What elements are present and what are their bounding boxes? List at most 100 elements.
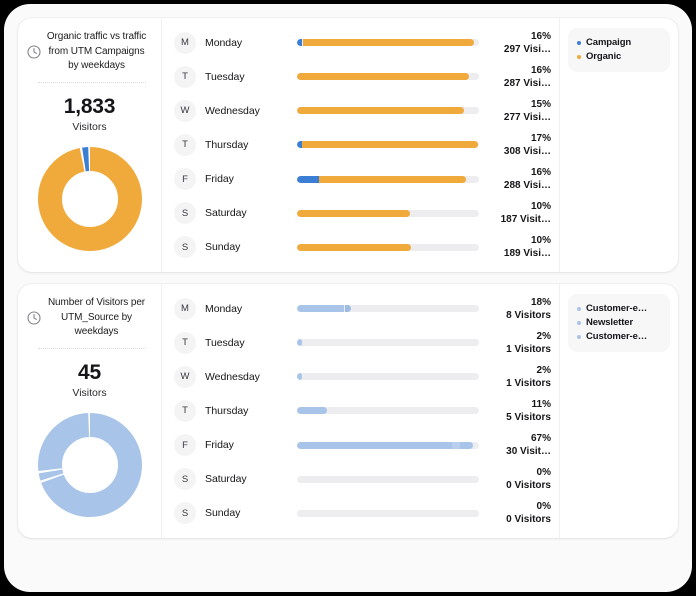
row-visitors: 30 Visit… — [506, 446, 551, 458]
row-visitors: 0 Visitors — [506, 514, 551, 526]
day-name: Friday — [205, 173, 234, 186]
legend-box: Campaign Organic — [568, 28, 670, 72]
day-name: Wednesday — [205, 104, 260, 117]
day-initial-badge: W — [174, 365, 196, 388]
total-label: Visitors — [72, 386, 107, 399]
progress-track[interactable] — [297, 305, 479, 312]
progress-track[interactable] — [297, 243, 479, 251]
weekday-row: S Sunday 10% 189 Visi… — [174, 231, 551, 264]
weekday-rows: M Monday 16% 297 Visi… T Tuesday 16% 287 Visi… W… — [162, 18, 560, 272]
bar-segment — [297, 243, 411, 251]
progress-track[interactable] — [297, 209, 479, 217]
card-title: Number of Visitors per UTM_Source by wee… — [47, 297, 146, 337]
row-visitors: 288 Visi… — [503, 180, 551, 192]
clock-icon — [26, 44, 42, 60]
day-initial-badge: S — [174, 502, 196, 525]
dashboard-stage: Organic traffic vs traffic from UTM Camp… — [4, 4, 692, 592]
weekday-row: W Wednesday 2% 1 Visitors — [174, 360, 551, 393]
row-percent: 10% — [530, 235, 551, 247]
legend-item[interactable]: Customer-e… — [577, 330, 661, 343]
legend-color-dot — [577, 40, 581, 45]
legend-item[interactable]: Newsletter — [577, 316, 661, 329]
progress-track[interactable] — [297, 373, 479, 381]
bar-cell — [297, 243, 489, 251]
row-percent: 15% — [530, 98, 551, 110]
bar-segment — [297, 73, 469, 81]
bar-segment — [297, 209, 410, 217]
divider — [37, 81, 146, 84]
row-values: 16% 288 Visi… — [489, 166, 551, 192]
row-percent: 0% — [536, 467, 551, 479]
day-initial-badge: T — [174, 331, 196, 354]
day-name: Thursday — [205, 404, 249, 417]
progress-track[interactable] — [297, 339, 479, 347]
bar-cell — [297, 407, 489, 415]
legend-item[interactable]: Customer-e… — [577, 302, 661, 315]
progress-track[interactable] — [297, 441, 479, 449]
progress-track[interactable] — [297, 141, 479, 149]
row-visitors: 297 Visi… — [503, 43, 551, 55]
bar-segment — [319, 175, 466, 183]
row-visitors: 5 Visitors — [506, 411, 551, 423]
day-initial-badge: S — [174, 202, 196, 225]
row-values: 0% 0 Visitors — [489, 500, 551, 526]
day-name: Sunday — [205, 241, 241, 254]
weekday-row: F Friday 16% 288 Visi… — [174, 163, 551, 196]
row-visitors: 189 Visi… — [503, 248, 551, 260]
progress-track[interactable] — [297, 475, 479, 483]
weekday-row: S Saturday 10% 187 Visit… — [174, 197, 551, 230]
progress-track[interactable] — [297, 107, 479, 115]
screen: Organic traffic vs traffic from UTM Camp… — [0, 0, 696, 596]
weekday-row: T Thursday 17% 308 Visi… — [174, 128, 551, 161]
card-summary-panel: Number of Visitors per UTM_Source by wee… — [18, 284, 162, 538]
legend-label: Campaign — [586, 37, 632, 48]
summary-header: Number of Visitors per UTM_Source by wee… — [26, 296, 153, 340]
row-percent: 16% — [530, 167, 551, 179]
row-percent: 2% — [536, 330, 551, 342]
bar-cell — [297, 175, 489, 183]
day-initial-badge: W — [174, 99, 196, 122]
weekday-row: T Tuesday 16% 287 Visi… — [174, 60, 551, 93]
row-visitors: 0 Visitors — [506, 480, 551, 492]
bar-cell — [297, 305, 489, 312]
legend-color-dot — [577, 306, 581, 311]
progress-track[interactable] — [297, 175, 479, 183]
row-percent: 16% — [530, 30, 551, 42]
row-percent: 18% — [530, 296, 551, 308]
bar-cell — [297, 141, 489, 149]
day-name: Wednesday — [205, 370, 260, 383]
legend-item[interactable]: Organic — [577, 50, 661, 63]
summary-header: Organic traffic vs traffic from UTM Camp… — [26, 30, 153, 74]
day-name: Monday — [205, 302, 243, 315]
bar-cell — [297, 107, 489, 115]
progress-track[interactable] — [297, 39, 479, 46]
legend-item[interactable]: Campaign — [577, 36, 661, 49]
row-visitors: 308 Visi… — [503, 145, 551, 157]
day-name: Tuesday — [205, 70, 245, 83]
bar-segment — [302, 39, 474, 46]
bar-segment — [460, 441, 473, 449]
weekday-row: F Friday 67% 30 Visit… — [174, 429, 551, 462]
legend-label: Organic — [586, 51, 622, 62]
row-visitors: 8 Visitors — [506, 309, 551, 321]
legend-label: Customer-e… — [586, 303, 648, 314]
row-values: 67% 30 Visit… — [489, 432, 551, 458]
row-values: 18% 8 Visitors — [489, 296, 551, 322]
day-name: Tuesday — [205, 336, 245, 349]
legend-box: Customer-e… Newsletter Customer-e… — [568, 294, 670, 352]
row-visitors: 1 Visitors — [506, 377, 551, 389]
row-percent: 0% — [536, 501, 551, 513]
bar-segment — [297, 305, 345, 312]
legend-color-dot — [577, 54, 581, 59]
day-initial-badge: F — [174, 168, 196, 191]
donut-chart — [32, 407, 148, 523]
bar-cell — [297, 373, 489, 381]
bar-cell — [297, 209, 489, 217]
analytics-card-organic-vs-campaign: Organic traffic vs traffic from UTM Camp… — [18, 18, 678, 272]
day-initial-badge: F — [174, 434, 196, 457]
bar-segment — [297, 373, 302, 381]
weekday-row: W Wednesday 15% 277 Visi… — [174, 94, 551, 127]
progress-track[interactable] — [297, 509, 479, 517]
progress-track[interactable] — [297, 73, 479, 81]
progress-track[interactable] — [297, 407, 479, 415]
